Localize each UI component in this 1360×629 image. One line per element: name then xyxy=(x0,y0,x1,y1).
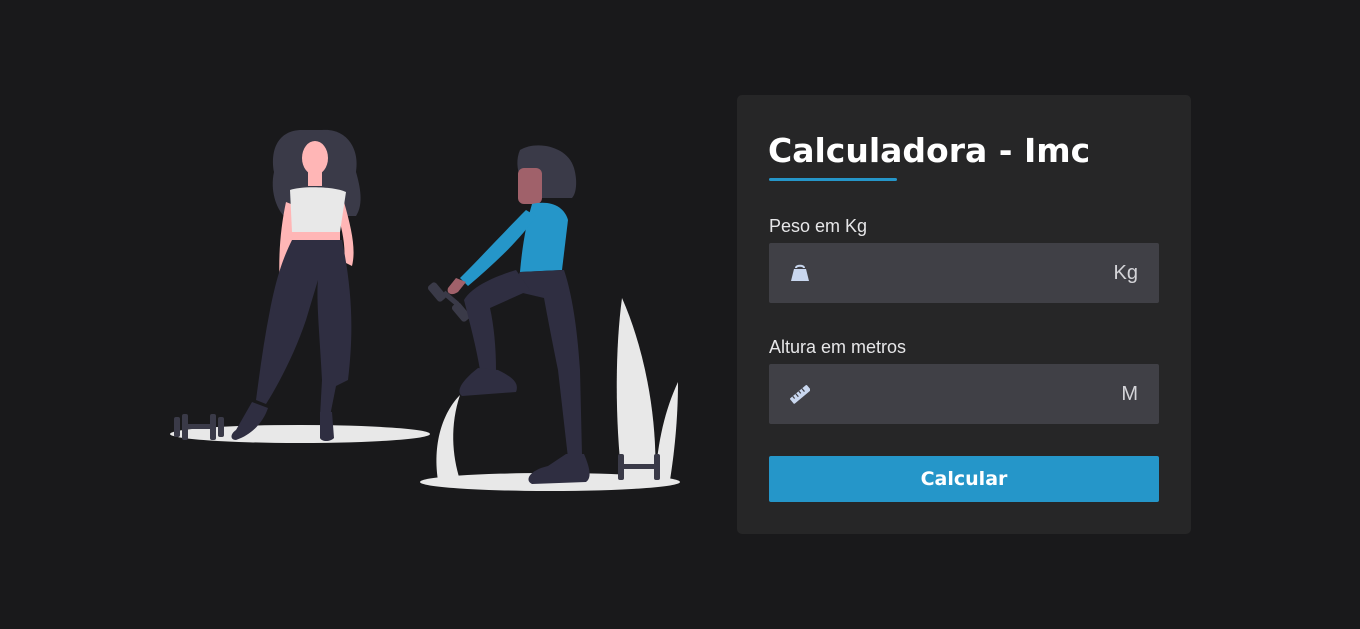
weight-icon xyxy=(789,262,811,284)
page: Calculadora - Imc Peso em Kg Kg Altura e… xyxy=(0,0,1360,629)
calculate-button[interactable]: Calcular xyxy=(769,456,1159,502)
grass-tall xyxy=(616,298,656,480)
grass-left xyxy=(436,395,460,480)
title-underline xyxy=(769,178,897,181)
weight-input[interactable] xyxy=(811,243,1114,303)
weight-field[interactable]: Kg xyxy=(769,243,1159,303)
height-field[interactable]: M xyxy=(769,364,1159,424)
weight-unit: Kg xyxy=(1113,261,1138,284)
weight-label: Peso em Kg xyxy=(769,216,868,236)
height-label: Altura em metros xyxy=(769,337,907,357)
fitness-illustration xyxy=(170,129,680,491)
woman-standing xyxy=(231,129,361,441)
imc-card: Calculadora - Imc Peso em Kg Kg Altura e… xyxy=(737,95,1191,534)
height-unit: M xyxy=(1121,382,1138,405)
ruler-icon xyxy=(789,383,811,405)
height-input[interactable] xyxy=(811,364,1122,424)
page-title: Calculadora - Imc xyxy=(768,131,1091,170)
woman-stretching xyxy=(447,145,590,484)
